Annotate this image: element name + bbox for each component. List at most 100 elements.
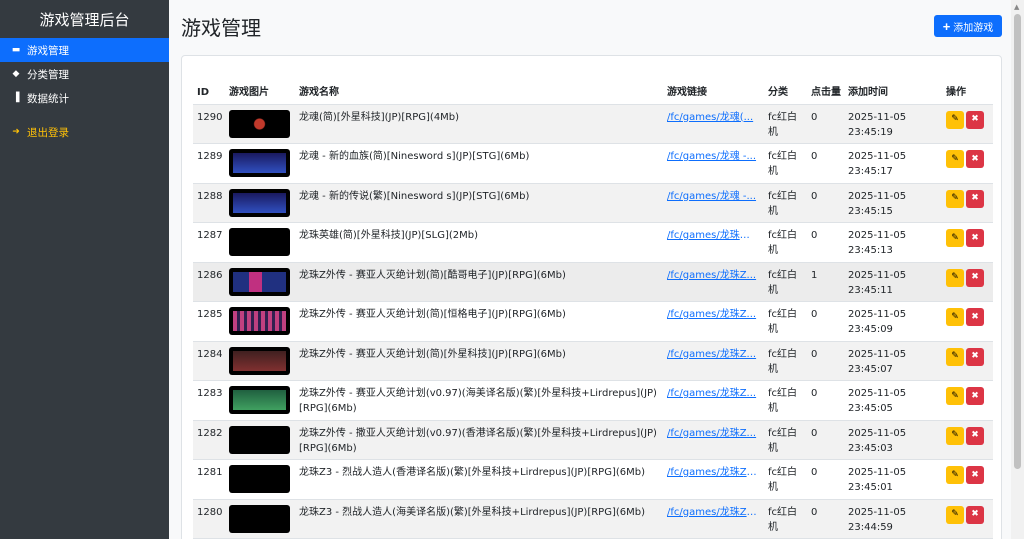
cell-clicks: 0: [807, 420, 844, 460]
cell-id: 1286: [193, 262, 225, 302]
edit-icon: ✎: [951, 232, 959, 243]
game-thumbnail: [229, 109, 290, 138]
col-header-id[interactable]: ID: [193, 70, 225, 105]
cell-image: [225, 222, 295, 263]
cell-id: 1281: [193, 459, 225, 500]
edit-button[interactable]: ✎: [946, 505, 964, 524]
game-link[interactable]: /fc/games/龙魂(...: [667, 110, 757, 125]
trash-icon: ✖: [971, 469, 979, 480]
game-thumbnail: [229, 346, 290, 375]
delete-button[interactable]: ✖: [966, 268, 984, 287]
game-link[interactable]: /fc/games/龙珠Z...: [667, 386, 757, 401]
cell-actions: ✎ ✖: [942, 341, 993, 381]
table-row: 1281 龙珠Z3 - 烈战人造人(香港译名版)(繁)[外星科技+Lirdrepu…: [193, 459, 993, 500]
delete-button[interactable]: ✖: [966, 110, 984, 129]
edit-button[interactable]: ✎: [946, 426, 964, 445]
delete-button[interactable]: ✖: [966, 189, 984, 208]
logout-label: 退出登录: [27, 126, 69, 139]
edit-icon: ✎: [951, 351, 959, 361]
cell-date: 2025-11-05 23:45:07: [844, 341, 942, 381]
delete-button[interactable]: ✖: [966, 150, 984, 168]
delete-button[interactable]: ✖: [966, 466, 984, 484]
trash-icon: ✖: [971, 153, 979, 164]
sidebar-item-categories[interactable]: ◆ 分类管理: [0, 62, 169, 86]
game-link[interactable]: /fc/games/龙珠Z3...: [667, 465, 757, 480]
game-link[interactable]: /fc/games/龙魂 -...: [667, 189, 757, 204]
game-thumbnail: [229, 504, 290, 533]
game-link[interactable]: /fc/games/龙珠Z...: [667, 307, 757, 322]
sidebar-item-logout[interactable]: ➜ 退出登录: [0, 120, 169, 144]
game-link[interactable]: /fc/games/龙珠Z3...: [667, 505, 757, 520]
date-text: 2025-11-05: [848, 151, 907, 162]
add-game-button[interactable]: + 添加游戏: [934, 15, 1002, 37]
cell-link: /fc/games/龙珠Z...: [663, 341, 764, 381]
edit-button[interactable]: ✎: [946, 387, 964, 405]
time-text: 23:45:15: [848, 205, 893, 217]
cell-category: fc红白机: [764, 262, 807, 302]
edit-button[interactable]: ✎: [946, 229, 964, 247]
game-link[interactable]: /fc/games/龙珠Z...: [667, 268, 757, 283]
delete-button[interactable]: ✖: [966, 229, 984, 247]
delete-button[interactable]: ✖: [966, 308, 984, 326]
date-text: 2025-11-05: [848, 111, 907, 123]
cell-image: [225, 262, 295, 302]
cell-clicks: 0: [807, 183, 844, 223]
game-link[interactable]: /fc/games/龙魂 -...: [667, 149, 757, 164]
delete-button[interactable]: ✖: [966, 505, 984, 524]
cell-image: [225, 183, 295, 223]
games-table: ID 游戏图片 游戏名称 游戏链接 分类 点击量 添加时间 操作 1290 龙魂(…: [193, 70, 993, 539]
cell-category: fc红白机: [764, 222, 807, 263]
delete-button[interactable]: ✖: [966, 387, 984, 405]
edit-button[interactable]: ✎: [946, 189, 964, 208]
col-header-date[interactable]: 添加时间: [844, 70, 942, 105]
col-header-category: 分类: [764, 70, 807, 105]
sidebar: 游戏管理后台 ▬ 游戏管理 ◆ 分类管理 ▐ 数据统计 ➜ 退出登录: [0, 0, 169, 539]
cell-image: [225, 301, 295, 342]
cell-link: /fc/games/龙珠Z...: [663, 420, 764, 460]
time-text: 23:45:01: [848, 482, 893, 493]
cell-image: [225, 143, 295, 184]
col-header-name[interactable]: 游戏名称: [295, 70, 663, 105]
sidebar-item-games[interactable]: ▬ 游戏管理: [0, 38, 169, 62]
edit-button[interactable]: ✎: [946, 466, 964, 484]
game-thumbnail: [229, 307, 290, 335]
edit-button[interactable]: ✎: [946, 347, 964, 366]
cell-actions: ✎ ✖: [942, 459, 993, 500]
edit-icon: ✎: [951, 469, 959, 480]
table-row: 1287 龙珠英雄(简)[外星科技](JP)[SLG](2Mb) /fc/games…: [193, 222, 993, 263]
time-text: 23:45:09: [848, 324, 893, 335]
edit-button[interactable]: ✎: [946, 110, 964, 129]
edit-icon: ✎: [951, 114, 959, 124]
scroll-up-icon[interactable]: ▲: [1014, 3, 1019, 11]
game-link[interactable]: /fc/games/龙珠Z...: [667, 426, 757, 441]
cell-actions: ✎ ✖: [942, 499, 993, 539]
cell-id: 1284: [193, 341, 225, 381]
date-text: 2025-11-05: [848, 230, 907, 241]
game-link[interactable]: /fc/games/龙珠英...: [667, 228, 757, 243]
col-header-clicks[interactable]: 点击量: [807, 70, 844, 105]
cell-date: 2025-11-05 23:45:15: [844, 183, 942, 223]
delete-button[interactable]: ✖: [966, 426, 984, 445]
page-scrollbar[interactable]: ▲: [1011, 0, 1024, 539]
edit-button[interactable]: ✎: [946, 308, 964, 326]
cell-link: /fc/games/龙珠Z...: [663, 380, 764, 421]
cell-id: 1289: [193, 143, 225, 184]
tags-icon: ◆: [12, 69, 20, 79]
trash-icon: ✖: [971, 232, 979, 243]
trash-icon: ✖: [971, 351, 979, 361]
cell-link: /fc/games/龙魂 -...: [663, 183, 764, 223]
cell-actions: ✎ ✖: [942, 420, 993, 460]
edit-button[interactable]: ✎: [946, 150, 964, 168]
delete-button[interactable]: ✖: [966, 347, 984, 366]
sidebar-item-label: 数据统计: [27, 92, 69, 105]
cell-clicks: 0: [807, 459, 844, 500]
cell-date: 2025-11-05 23:45:17: [844, 143, 942, 184]
games-card: ID 游戏图片 游戏名称 游戏链接 分类 点击量 添加时间 操作 1290 龙魂(…: [181, 55, 1002, 539]
game-link[interactable]: /fc/games/龙珠Z...: [667, 347, 757, 362]
cell-name: 龙珠Z外传 - 赛亚人灭绝计划(简)[外星科技](JP)[RPG](6Mb): [295, 341, 663, 381]
sidebar-item-stats[interactable]: ▐ 数据统计: [0, 86, 169, 110]
time-text: 23:45:03: [848, 442, 893, 454]
trash-icon: ✖: [971, 272, 979, 282]
scrollbar-thumb[interactable]: [1014, 14, 1021, 469]
edit-button[interactable]: ✎: [946, 268, 964, 287]
